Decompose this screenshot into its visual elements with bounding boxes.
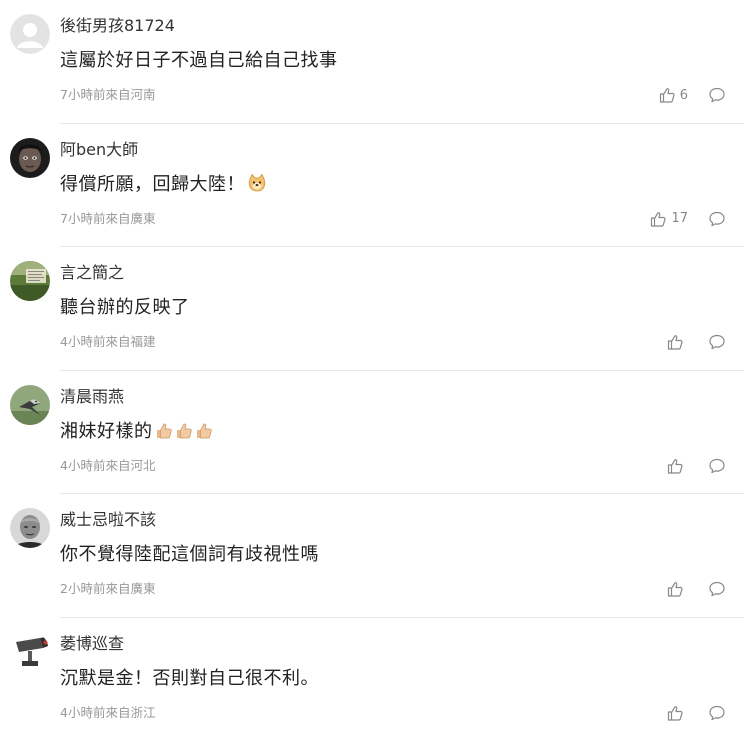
comment-text-content: 沉默是金！否則對自己很不利。 <box>60 668 319 689</box>
like-button[interactable]: 17 <box>649 210 688 228</box>
comment-actions: 17 <box>649 209 726 229</box>
thumbs-up-icon <box>666 580 684 598</box>
comment-text: 湘妹好樣的 <box>60 419 215 445</box>
comment-item: 威士忌啦不該 你不覺得陸配這個詞有歧視性嗎 2小時前來自廣東 <box>0 494 744 618</box>
comment-actions <box>666 332 726 352</box>
comment-meta: 4小時前來自福建 <box>60 333 155 351</box>
reply-button[interactable] <box>708 333 726 351</box>
comment-text: 這屬於好日子不過自己給自己找事 <box>60 48 338 74</box>
avatar[interactable] <box>10 508 50 548</box>
like-button[interactable] <box>666 457 688 475</box>
comment-text-content: 你不覺得陸配這個詞有歧視性嗎 <box>60 544 319 565</box>
comment-text-content: 這屬於好日子不過自己給自己找事 <box>60 50 338 71</box>
comment-bubble-icon <box>708 210 726 228</box>
username[interactable]: 萎博巡查 <box>60 633 124 655</box>
username[interactable]: 清晨雨燕 <box>60 386 124 408</box>
comment-item: 阿ben大師 得償所願，回歸大陸！ 7小時前來自廣東 17 <box>0 124 744 248</box>
comment-bubble-icon <box>708 457 726 475</box>
comment-meta: 2小時前來自廣東 <box>60 580 155 598</box>
comment-item: 萎博巡查 沉默是金！否則對自己很不利。 4小時前來自浙江 <box>0 618 744 741</box>
comment-meta: 7小時前來自廣東 <box>60 210 155 228</box>
comment-text: 聽台辦的反映了 <box>60 295 190 321</box>
bird-photo-icon <box>10 385 50 425</box>
comment-bubble-icon <box>708 333 726 351</box>
comment-item: 言之簡之 聽台辦的反映了 4小時前來自福建 <box>0 247 744 371</box>
comment-text: 你不覺得陸配這個詞有歧視性嗎 <box>60 542 319 568</box>
comment-bubble-icon <box>708 86 726 104</box>
thumbs-up-icon <box>658 86 676 104</box>
avatar[interactable] <box>10 138 50 178</box>
username[interactable]: 後街男孩81724 <box>60 15 175 37</box>
comment-actions <box>666 456 726 476</box>
avatar[interactable] <box>10 14 50 54</box>
thumbs-up-icon <box>666 704 684 722</box>
like-button[interactable] <box>666 704 688 722</box>
cctv-camera-icon <box>10 632 50 672</box>
reply-button[interactable] <box>708 704 726 722</box>
comment-actions <box>666 703 726 723</box>
reply-button[interactable] <box>708 86 726 104</box>
landscape-photo-icon <box>10 261 50 301</box>
reply-button[interactable] <box>708 210 726 228</box>
dark-face-photo-icon <box>10 138 50 178</box>
thumbs-up-icon <box>666 333 684 351</box>
comment-text: 沉默是金！否則對自己很不利。 <box>60 666 319 692</box>
comment-actions <box>666 579 726 599</box>
username[interactable]: 阿ben大師 <box>60 139 138 161</box>
comment-text-content: 湘妹好樣的 <box>60 421 153 442</box>
default-user-icon <box>10 14 50 54</box>
username[interactable]: 言之簡之 <box>60 262 124 284</box>
like-count: 17 <box>671 211 688 226</box>
like-button[interactable] <box>666 333 688 351</box>
like-button[interactable] <box>666 580 688 598</box>
comment-meta: 7小時前來自河南 <box>60 86 155 104</box>
comment-text-content: 得償所願，回歸大陸！ <box>60 174 245 195</box>
avatar[interactable] <box>10 385 50 425</box>
comment-item: 清晨雨燕 湘妹好樣的 4小時前來自河北 <box>0 371 744 495</box>
comment-item: 後街男孩81724 這屬於好日子不過自己給自己找事 7小時前來自河南 6 <box>0 0 744 124</box>
avatar[interactable] <box>10 632 50 672</box>
comment-bubble-icon <box>708 580 726 598</box>
comment-bubble-icon <box>708 704 726 722</box>
thumbs-up-icon <box>666 457 684 475</box>
comment-meta: 4小時前來自河北 <box>60 457 155 475</box>
comment-meta: 4小時前來自浙江 <box>60 704 155 722</box>
thumbs-up-icon <box>649 210 667 228</box>
reply-button[interactable] <box>708 457 726 475</box>
comment-list: 後街男孩81724 這屬於好日子不過自己給自己找事 7小時前來自河南 6 <box>0 0 744 741</box>
username[interactable]: 威士忌啦不該 <box>60 509 156 531</box>
bald-man-photo-icon <box>10 508 50 548</box>
doge-emoji-icon <box>247 173 267 201</box>
comment-actions: 6 <box>658 85 726 105</box>
thumbs-up-emoji-icon <box>155 421 215 440</box>
like-count: 6 <box>680 88 688 103</box>
avatar[interactable] <box>10 261 50 301</box>
reply-button[interactable] <box>708 580 726 598</box>
like-button[interactable]: 6 <box>658 86 688 104</box>
comment-text-content: 聽台辦的反映了 <box>60 297 190 318</box>
comment-text: 得償所願，回歸大陸！ <box>60 172 267 201</box>
